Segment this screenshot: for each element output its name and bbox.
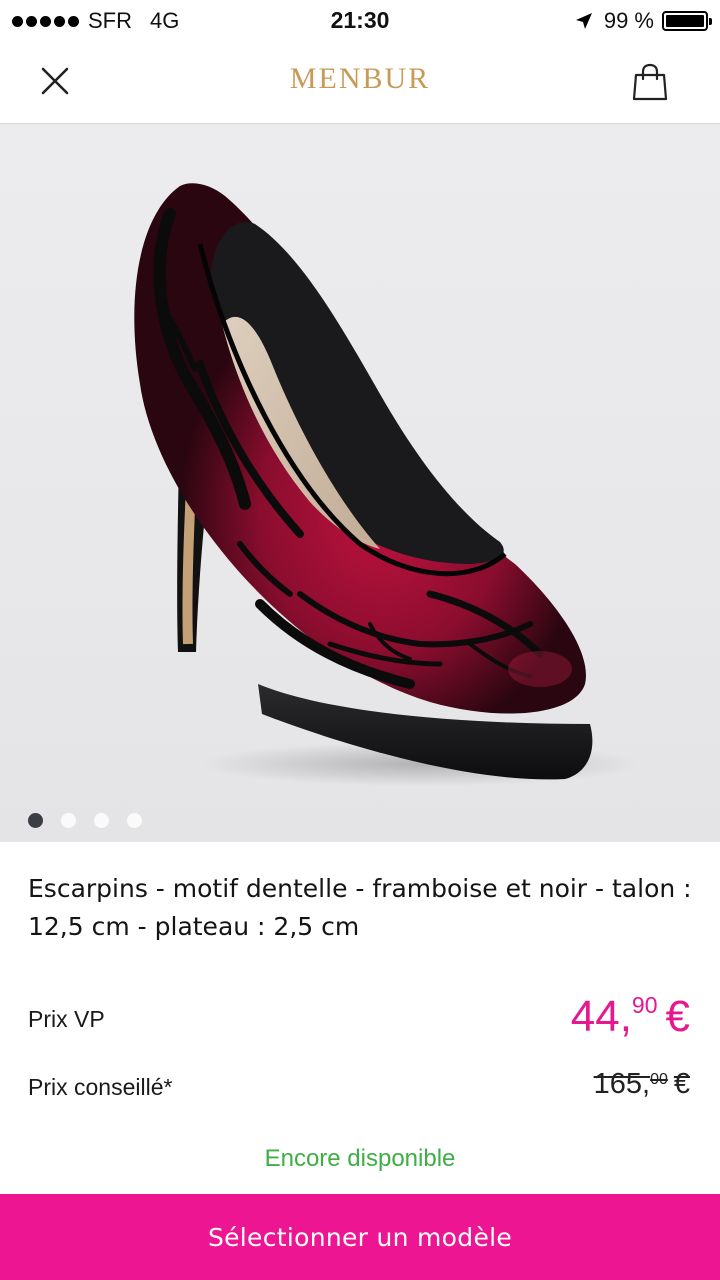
carousel-dot[interactable] xyxy=(127,813,142,828)
carousel-dot[interactable] xyxy=(94,813,109,828)
vp-price-integer: 44, xyxy=(570,992,632,1041)
recommended-price: 165,00 € xyxy=(594,1068,690,1101)
recommended-price-label: Prix conseillé* xyxy=(28,1074,173,1100)
battery-icon xyxy=(662,11,712,31)
recommended-price-decimals: 00 xyxy=(650,1071,668,1088)
carousel-pagination xyxy=(28,813,142,828)
brand-logo[interactable]: MENBUR xyxy=(0,62,720,96)
recommended-price-currency: € xyxy=(673,1068,690,1100)
product-photo xyxy=(134,183,640,786)
carousel-dot-active[interactable] xyxy=(28,813,43,828)
status-right: 99 % xyxy=(574,8,712,34)
vp-price-label: Prix VP xyxy=(28,1006,105,1032)
price-row-recommended: Prix conseillé* 165,00 € xyxy=(28,1062,690,1112)
vp-price-decimals: 90 xyxy=(631,992,658,1018)
shopping-bag-button[interactable] xyxy=(624,58,676,106)
shopping-bag-icon xyxy=(632,63,668,101)
recommended-price-integer: 165, xyxy=(593,1068,651,1100)
location-arrow-icon xyxy=(575,13,592,29)
select-model-button[interactable]: Sélectionner un modèle xyxy=(0,1194,720,1280)
carousel-dot[interactable] xyxy=(61,813,76,828)
battery-percentage: 99 % xyxy=(603,8,654,33)
app-header: MENBUR xyxy=(0,40,720,124)
vp-price-currency: € xyxy=(665,992,690,1041)
product-title: Escarpins - motif dentelle - framboise e… xyxy=(28,874,692,941)
price-row-vp: Prix VP 44,90 € xyxy=(28,992,690,1042)
vp-price: 44,90 € xyxy=(571,992,690,1042)
product-image-carousel[interactable] xyxy=(0,124,720,842)
availability-status: Encore disponible xyxy=(264,1145,456,1172)
status-bar: SFR 4G 21:30 99 % xyxy=(0,0,720,40)
